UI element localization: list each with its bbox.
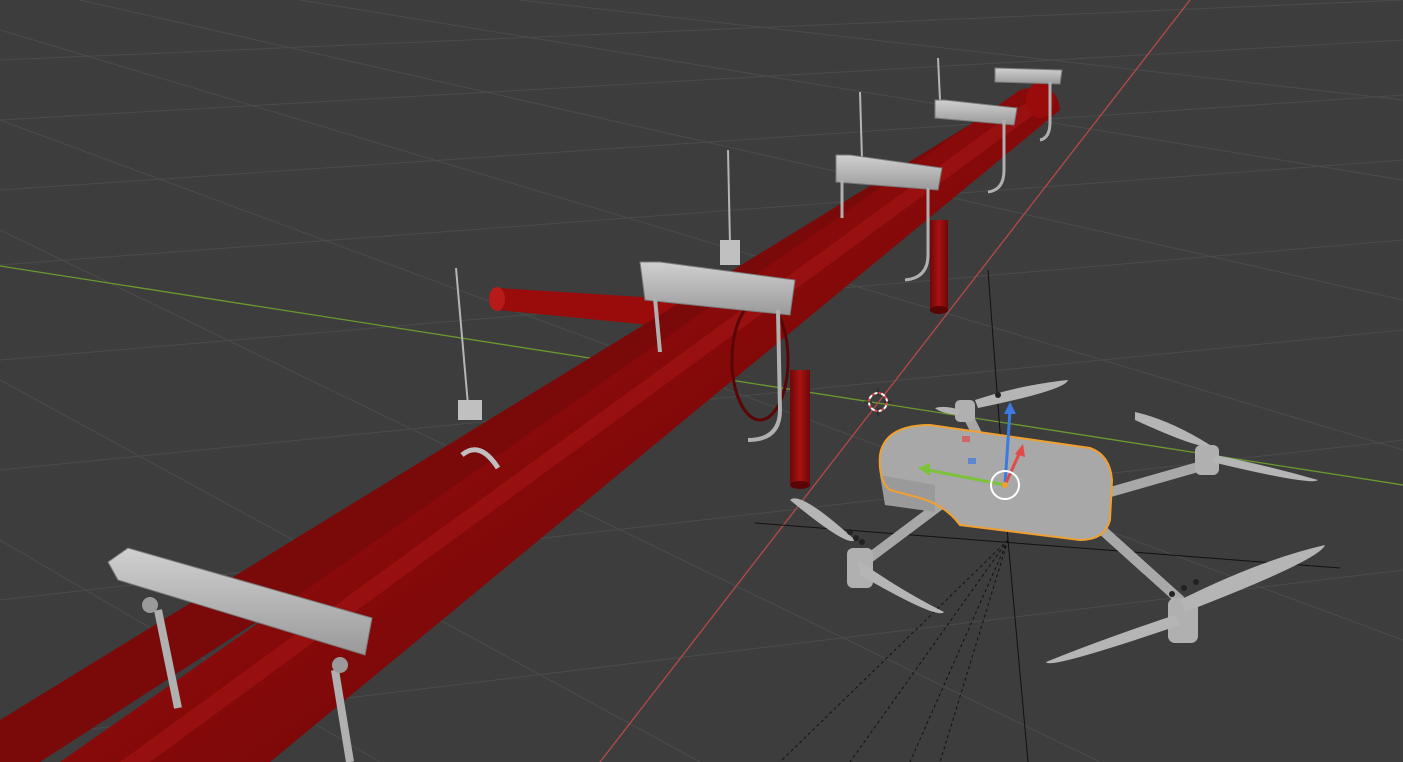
camera-frustum <box>779 539 1009 762</box>
gizmo-plane-yz[interactable] <box>968 458 976 464</box>
drone-model[interactable] <box>790 380 1325 664</box>
scene-canvas[interactable] <box>0 0 1403 762</box>
gizmo-z-arrow-icon[interactable] <box>1004 402 1016 414</box>
3d-viewport[interactable]: 3D Viewport <box>0 0 1403 762</box>
pipe-clamp-2 <box>720 240 740 265</box>
drop-pipe-2 <box>930 220 948 314</box>
gizmo-plane-xz[interactable] <box>962 436 970 442</box>
drop-pipe-1 <box>790 370 810 489</box>
object-origin <box>1002 482 1008 488</box>
